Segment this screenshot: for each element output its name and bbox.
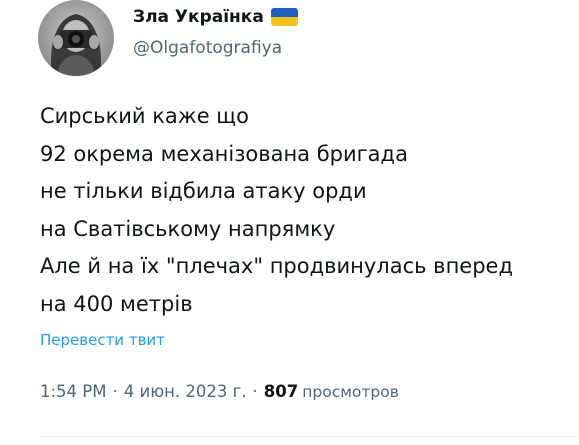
display-name-row[interactable]: Зла Українка [133,5,298,29]
flag-yellow-stripe [270,17,298,26]
meta-separator: · [112,382,118,401]
tweet-text-line: на 400 метрів [40,291,193,316]
tweet-text-line: Сирський каже що [40,104,249,128]
ukraine-flag-icon [270,8,298,26]
display-name[interactable]: Зла Українка [133,7,264,27]
tweet-text-line: не тільки відбила атаку орди [40,179,367,204]
tweet-text-line: 92 окрема механізована бригада [40,141,408,166]
tweet-text-line: Але й на їх "плечах" продвинулась вперед [40,254,513,279]
tweet-time[interactable]: 1:54 PM [40,382,106,401]
tweet-meta: 1:54 PM · 4 июн. 2023 г. · 807 просмотро… [40,382,399,401]
meta-separator: · [252,382,258,401]
divider [40,436,579,437]
tweet: Зла Українка @Olgafotografiya Сирський к… [0,0,579,445]
translate-tweet-link[interactable]: Перевести твит [40,331,165,349]
tweet-date[interactable]: 4 июн. 2023 г. [124,382,247,401]
avatar[interactable] [38,0,114,76]
views-label: просмотров [302,383,399,401]
avatar-photo-icon [38,0,114,76]
author-names: Зла Українка @Olgafotografiya [133,5,298,58]
flag-blue-stripe [270,8,298,17]
author-handle[interactable]: @Olgafotografiya [133,38,298,58]
tweet-text-line: на Сватівському напрямку [40,216,336,241]
views-count[interactable]: 807 [264,382,298,401]
tweet-text: Сирський каже що 92 окрема механізована … [40,98,570,324]
